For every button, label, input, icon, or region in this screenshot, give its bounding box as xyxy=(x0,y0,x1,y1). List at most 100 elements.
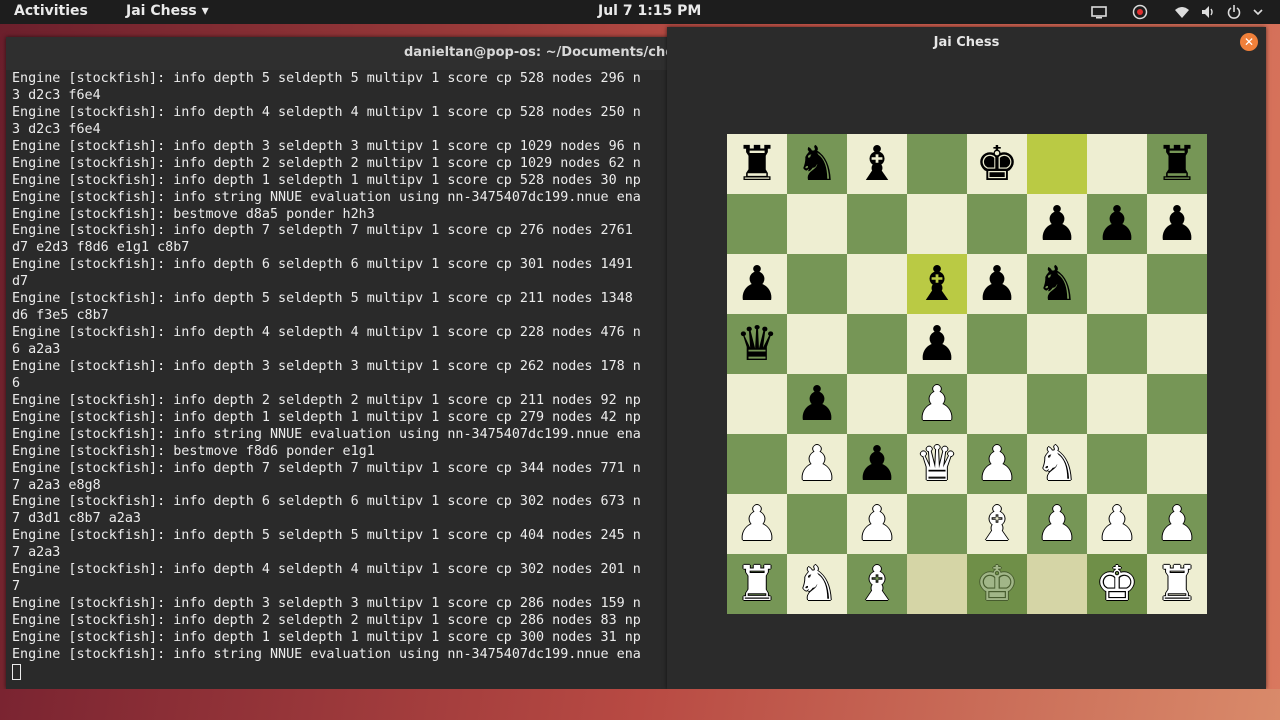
board-square[interactable] xyxy=(787,494,847,554)
board-square[interactable]: ♟ xyxy=(847,494,907,554)
black-pawn-icon[interactable]: ♟ xyxy=(727,254,787,314)
black-pawn-icon[interactable]: ♟ xyxy=(1027,194,1087,254)
chevron-down-icon[interactable] xyxy=(1250,4,1266,20)
white-knight-icon[interactable]: ♞ xyxy=(787,554,847,614)
board-square[interactable]: ♝ xyxy=(907,254,967,314)
board-square[interactable] xyxy=(967,194,1027,254)
board-square[interactable] xyxy=(727,434,787,494)
white-pawn-icon[interactable]: ♟ xyxy=(787,434,847,494)
board-square[interactable] xyxy=(847,374,907,434)
board-square[interactable]: ♚ xyxy=(967,134,1027,194)
app-menu-button[interactable]: Jai Chess ▾ xyxy=(126,3,209,19)
board-square[interactable] xyxy=(1147,254,1207,314)
board-square[interactable]: ♟ xyxy=(847,434,907,494)
board-square[interactable] xyxy=(907,134,967,194)
white-pawn-icon[interactable]: ♟ xyxy=(1027,494,1087,554)
board-square[interactable]: ♟ xyxy=(1147,194,1207,254)
record-icon[interactable] xyxy=(1132,4,1148,20)
board-square[interactable]: ♟ xyxy=(787,374,847,434)
black-knight-icon[interactable]: ♞ xyxy=(1027,254,1087,314)
board-square[interactable]: ♝ xyxy=(847,554,907,614)
board-square[interactable]: ♜ xyxy=(727,554,787,614)
black-pawn-icon[interactable]: ♟ xyxy=(1087,194,1147,254)
board-square[interactable]: ♟ xyxy=(787,434,847,494)
board-square[interactable]: ♜ xyxy=(727,134,787,194)
white-bishop-icon[interactable]: ♝ xyxy=(967,494,1027,554)
board-square[interactable]: ♛ xyxy=(727,314,787,374)
board-square[interactable] xyxy=(1087,374,1147,434)
board-square[interactable] xyxy=(847,254,907,314)
white-rook-icon[interactable]: ♜ xyxy=(1147,554,1207,614)
black-pawn-icon[interactable]: ♟ xyxy=(847,434,907,494)
close-icon[interactable]: ✕ xyxy=(1240,33,1258,51)
board-square[interactable]: ♟ xyxy=(727,254,787,314)
black-pawn-icon[interactable]: ♟ xyxy=(907,314,967,374)
board-square[interactable] xyxy=(727,194,787,254)
black-king-icon[interactable]: ♚ xyxy=(967,134,1027,194)
white-knight-icon[interactable]: ♞ xyxy=(1027,434,1087,494)
board-square[interactable] xyxy=(907,494,967,554)
board-square[interactable] xyxy=(727,374,787,434)
power-icon[interactable] xyxy=(1226,4,1242,20)
board-square[interactable]: ♜ xyxy=(1147,134,1207,194)
board-square[interactable] xyxy=(1147,314,1207,374)
wifi-icon[interactable] xyxy=(1174,4,1190,20)
board-square[interactable]: ♝ xyxy=(967,494,1027,554)
white-rook-icon[interactable]: ♜ xyxy=(727,554,787,614)
board-square[interactable] xyxy=(907,194,967,254)
terminal-titlebar[interactable]: danieltan@pop-os: ~/Documents/chess xyxy=(6,37,672,70)
white-pawn-icon[interactable]: ♟ xyxy=(967,434,1027,494)
black-knight-icon[interactable]: ♞ xyxy=(787,134,847,194)
terminal-output[interactable]: Engine [stockfish]: info depth 5 seldept… xyxy=(12,71,672,689)
board-square[interactable]: ♟ xyxy=(967,434,1027,494)
chess-titlebar[interactable]: Jai Chess xyxy=(667,27,1266,57)
white-pawn-icon[interactable]: ♟ xyxy=(907,374,967,434)
black-pawn-icon[interactable]: ♟ xyxy=(787,374,847,434)
black-rook-icon[interactable]: ♜ xyxy=(727,134,787,194)
black-bishop-icon[interactable]: ♝ xyxy=(907,254,967,314)
board-square[interactable] xyxy=(847,314,907,374)
board-square[interactable] xyxy=(1087,434,1147,494)
terminal-window[interactable]: danieltan@pop-os: ~/Documents/chess Engi… xyxy=(6,37,672,689)
board-square[interactable] xyxy=(787,314,847,374)
board-square[interactable] xyxy=(1147,374,1207,434)
board-square[interactable]: ♟ xyxy=(907,374,967,434)
board-square[interactable] xyxy=(907,554,967,614)
board-square[interactable] xyxy=(1087,314,1147,374)
white-pawn-icon[interactable]: ♟ xyxy=(1087,494,1147,554)
board-square[interactable] xyxy=(1087,134,1147,194)
board-square[interactable]: ♚ xyxy=(967,554,1027,614)
board-square[interactable] xyxy=(787,254,847,314)
board-square[interactable]: ♟ xyxy=(1087,494,1147,554)
board-square[interactable] xyxy=(967,374,1027,434)
board-square[interactable]: ♝ xyxy=(847,134,907,194)
black-pawn-icon[interactable]: ♟ xyxy=(1147,194,1207,254)
board-square[interactable]: ♟ xyxy=(1027,494,1087,554)
board-square[interactable]: ♟ xyxy=(907,314,967,374)
white-bishop-icon[interactable]: ♝ xyxy=(847,554,907,614)
board-square[interactable] xyxy=(967,314,1027,374)
activities-button[interactable]: Activities xyxy=(14,3,88,19)
black-bishop-icon[interactable]: ♝ xyxy=(847,134,907,194)
volume-icon[interactable] xyxy=(1200,4,1216,20)
board-square[interactable]: ♞ xyxy=(1027,254,1087,314)
board-square[interactable]: ♞ xyxy=(1027,434,1087,494)
white-queen-icon[interactable]: ♛ xyxy=(907,434,967,494)
terminal-prompt[interactable] xyxy=(12,663,672,681)
board-square[interactable] xyxy=(1027,554,1087,614)
board-square[interactable] xyxy=(1027,134,1087,194)
white-king-icon[interactable]: ♚ xyxy=(1087,554,1147,614)
black-pawn-icon[interactable]: ♟ xyxy=(967,254,1027,314)
board-square[interactable] xyxy=(1147,434,1207,494)
board-square[interactable]: ♟ xyxy=(967,254,1027,314)
black-rook-icon[interactable]: ♜ xyxy=(1147,134,1207,194)
screen-icon[interactable] xyxy=(1091,4,1107,20)
board-square[interactable]: ♞ xyxy=(787,554,847,614)
white-pawn-icon[interactable]: ♟ xyxy=(847,494,907,554)
white-king-icon[interactable]: ♚ xyxy=(967,554,1027,614)
clock[interactable]: Jul 7 1:15 PM xyxy=(598,3,701,19)
board-square[interactable]: ♟ xyxy=(1027,194,1087,254)
white-pawn-icon[interactable]: ♟ xyxy=(1147,494,1207,554)
board-square[interactable]: ♚ xyxy=(1087,554,1147,614)
chess-board[interactable]: ♜ ♞ ♝ ♚ ♜ ♟ ♟ ♟ ♟ ♝ ♟ ♞ ♛ ♟ ♟ ♟ ♟ ♟ ♛ ♟ ♞ ♟ ♟ ♝ ♟ ♟ ♟ ♜ ♞ ♝ ♚ ♚ ♜ xyxy=(727,134,1207,614)
